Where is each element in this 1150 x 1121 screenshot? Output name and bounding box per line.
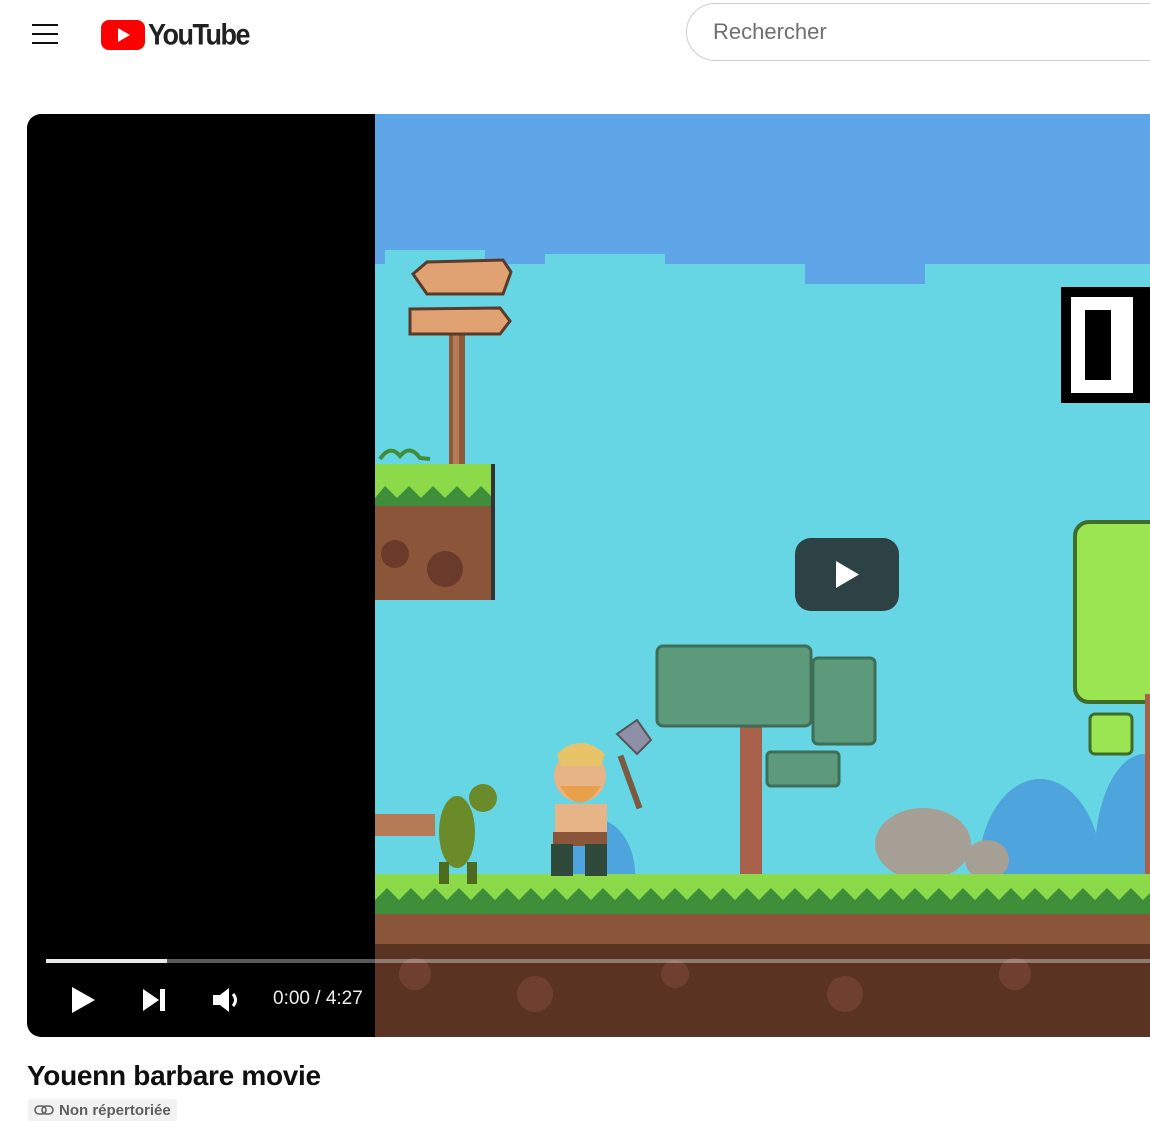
youtube-logo[interactable]: YouTube (101, 18, 250, 51)
logo-text: YouTube (148, 18, 250, 51)
masthead: YouTube (0, 0, 1150, 70)
video-title: Youenn barbare movie (27, 1060, 321, 1091)
visibility-badge: Non répertoriée (28, 1099, 177, 1121)
link-icon (34, 1105, 54, 1115)
big-play-button[interactable] (795, 538, 899, 611)
progress-played (46, 959, 167, 963)
next-button[interactable] (129, 974, 179, 1026)
skip-next-icon (143, 989, 165, 1011)
play-button[interactable] (57, 974, 109, 1026)
search-box[interactable] (686, 3, 1150, 61)
volume-icon (213, 988, 237, 1012)
search-input[interactable] (711, 18, 1150, 46)
hamburger-menu-icon[interactable] (24, 14, 68, 54)
volume-button[interactable] (203, 974, 253, 1026)
video-thumbnail (375, 114, 1150, 1037)
youtube-play-logo-icon (101, 20, 145, 50)
time-display: 0:00 / 4:27 (273, 988, 363, 1009)
progress-bar[interactable] (46, 959, 1150, 963)
player-controls: 0:00 / 4:27 (27, 974, 1150, 1026)
play-icon (72, 987, 95, 1013)
visibility-label: Non répertoriée (59, 1101, 171, 1119)
video-player[interactable]: 0:00 / 4:27 (27, 114, 1150, 1037)
